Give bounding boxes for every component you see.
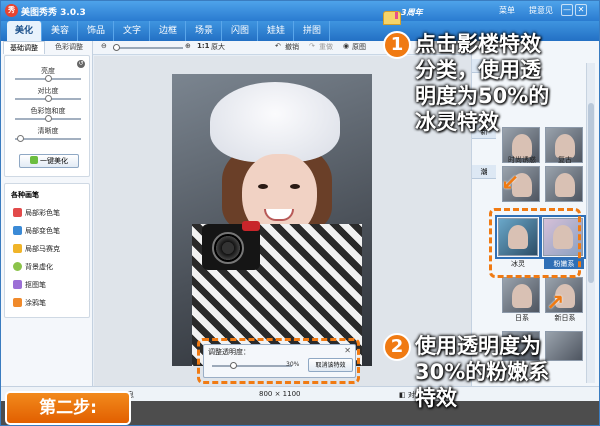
step-label: 第二步: — [5, 391, 131, 425]
close-button[interactable]: ✕ — [575, 4, 587, 16]
step-number-1: 1 — [383, 31, 411, 59]
cake-icon — [383, 11, 401, 25]
image-dimensions: 800 × 1100 — [259, 390, 301, 398]
category-trend[interactable]: 潮 — [472, 165, 496, 179]
brush-label: 局部变色笔 — [25, 227, 60, 235]
original-size-button[interactable]: 原大 — [211, 42, 225, 52]
cutout-icon — [13, 280, 22, 289]
brush-cutout[interactable]: 抠图笔 — [13, 280, 46, 290]
step-number-2: 2 — [383, 333, 411, 361]
note1-line: 分类，使用透 — [415, 58, 541, 82]
undo-button[interactable]: 撤销 — [285, 42, 299, 52]
tab-skincare[interactable]: 美容 — [43, 21, 78, 41]
zoom-slider[interactable] — [113, 44, 183, 51]
brush-mosaic[interactable]: 局部马赛克 — [13, 244, 60, 254]
effects-scrollbar[interactable] — [586, 63, 595, 383]
brush-blur-background[interactable]: 背景虚化 — [13, 262, 53, 272]
mosaic-icon — [13, 244, 22, 253]
tab-beautify[interactable]: 美化 — [7, 21, 42, 41]
instruction-note-2: 使用透明度为 30%的粉嫩系 特效 — [415, 333, 549, 411]
brush-doodle[interactable]: 涂鸦笔 — [13, 298, 46, 308]
photo-mouth — [264, 209, 294, 221]
tab-scenes[interactable]: 场景 — [187, 21, 222, 41]
compare-icon: ◧ — [399, 391, 406, 399]
tab-frames[interactable]: 边框 — [151, 21, 186, 41]
effect-thumb-japanese[interactable] — [502, 277, 540, 313]
callout-effect-thumbs — [489, 208, 581, 278]
zoom-out-icon[interactable]: ⊖ — [101, 42, 107, 50]
callout-opacity-dialog — [197, 338, 360, 384]
effect-label: 日系 — [515, 314, 529, 322]
note2-line: 特效 — [415, 386, 457, 410]
title-bar: 秀 美图秀秀 3.0.3 菜单 提意见 — ✕ — [1, 1, 599, 21]
one-key-label: 一键美化 — [40, 157, 68, 165]
brightness-slider[interactable] — [15, 75, 81, 82]
effect-label: 时尚诱惑 — [508, 156, 536, 164]
feedback-link[interactable]: 提意见 — [529, 5, 553, 16]
recolor-brush-icon — [13, 226, 22, 235]
effect-thumb-misc[interactable] — [545, 166, 583, 202]
brush-label: 涂鸦笔 — [25, 299, 46, 307]
note1-line: 明度为50%的 — [415, 84, 550, 108]
instruction-note-1: 点击影楼特效 分类，使用透 明度为50%的 冰灵特效 — [415, 31, 549, 135]
app-title: 美图秀秀 3.0.3 — [21, 8, 86, 18]
photo-camera — [202, 221, 260, 270]
photo-eye — [258, 184, 268, 189]
note2-line: 30%的粉嫩系 — [415, 360, 550, 384]
zoom-in-icon[interactable]: ⊕ — [185, 42, 191, 50]
brush-local-recolor[interactable]: 局部变色笔 — [13, 226, 60, 236]
note1-line: 冰灵特效 — [415, 110, 499, 134]
effect-thumb-misc[interactable] — [545, 331, 583, 361]
subtab-color[interactable]: 色彩调整 — [47, 41, 91, 54]
photo-hat — [210, 82, 340, 162]
effect-label: 复古 — [558, 156, 572, 164]
blur-icon — [13, 262, 22, 271]
brush-label: 抠图笔 — [25, 281, 46, 289]
note1-line: 点击影楼特效 — [415, 32, 541, 56]
arrow-icon: ↗ — [546, 291, 565, 316]
magic-icon — [30, 156, 38, 164]
menu-button[interactable]: 菜单 — [499, 5, 515, 16]
ratio-label: 1:1 — [197, 42, 210, 50]
brush-label: 局部彩色笔 — [25, 209, 60, 217]
brush-box: 各种画笔 局部彩色笔 局部变色笔 局部马赛克 背景虚化 抠图笔 涂鸦笔 — [4, 183, 90, 318]
undo-icon[interactable]: ↶ — [275, 42, 281, 50]
tab-flash[interactable]: 闪图 — [223, 21, 258, 41]
redo-button[interactable]: 重做 — [319, 42, 333, 52]
original-button[interactable]: 原图 — [352, 42, 366, 52]
sharpness-slider[interactable] — [15, 135, 81, 142]
tab-accessories[interactable]: 饰品 — [79, 21, 114, 41]
tab-collage[interactable]: 拼图 — [295, 21, 330, 41]
original-icon[interactable]: ◉ — [343, 42, 349, 50]
note2-line: 使用透明度为 — [415, 334, 541, 358]
adjust-panel: 基础调整 色彩调整 ↺ 亮度 对比度 色彩饱和度 清晰度 一键美化 各种画笔 局… — [1, 41, 93, 401]
saturation-slider[interactable] — [15, 115, 81, 122]
brush-label: 背景虚化 — [25, 263, 53, 271]
doodle-icon — [13, 298, 22, 307]
brushes-title: 各种画笔 — [11, 191, 39, 199]
app-logo-icon: 秀 — [5, 4, 18, 17]
app-window: 秀 美图秀秀 3.0.3 菜单 提意见 — ✕ 美化 美容 饰品 文字 边框 场… — [0, 0, 600, 426]
redo-icon[interactable]: ↷ — [309, 42, 315, 50]
contrast-slider[interactable] — [15, 95, 81, 102]
photo-eye — [290, 184, 300, 189]
brush-label: 局部马赛克 — [25, 245, 60, 253]
tab-dolls[interactable]: 娃娃 — [259, 21, 294, 41]
brush-local-color[interactable]: 局部彩色笔 — [13, 208, 60, 218]
basic-adjust-box: ↺ 亮度 对比度 色彩饱和度 清晰度 一键美化 — [4, 55, 90, 177]
minimize-button[interactable]: — — [561, 4, 573, 16]
arrow-icon: ↙ — [501, 171, 520, 196]
subtab-basic[interactable]: 基础调整 — [3, 41, 45, 54]
anniversary-text: 3周年 — [401, 8, 423, 17]
color-brush-icon — [13, 208, 22, 217]
one-key-beautify-button[interactable]: 一键美化 — [19, 154, 79, 168]
photo — [172, 74, 372, 366]
tab-text[interactable]: 文字 — [115, 21, 150, 41]
